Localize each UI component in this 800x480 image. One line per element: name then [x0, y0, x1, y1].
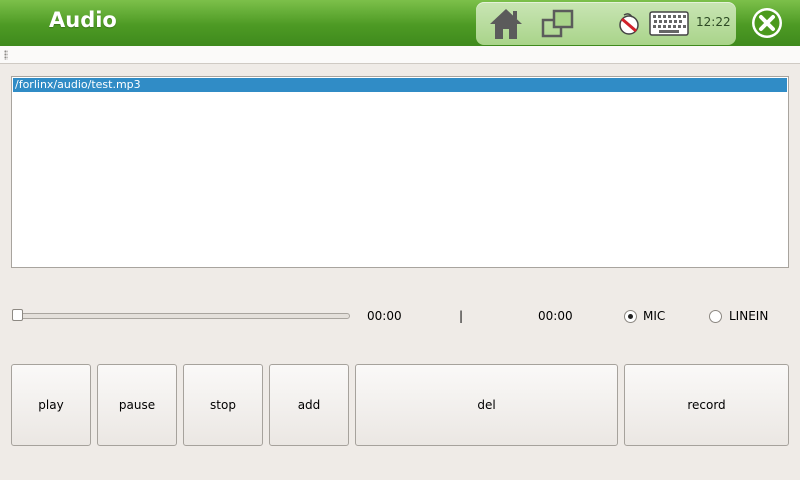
menu-strip: [0, 46, 800, 64]
system-tray: 12:22: [476, 2, 736, 45]
total-time: 00:00: [538, 309, 573, 323]
toolbar-grip-icon[interactable]: [4, 50, 8, 60]
seek-slider[interactable]: [14, 313, 350, 319]
mic-radio[interactable]: [624, 310, 637, 323]
playlist-item[interactable]: /forlinx/audio/test.mp3: [13, 78, 787, 92]
app-title: Audio: [49, 8, 117, 32]
input-method-icon[interactable]: [617, 12, 641, 36]
clock: 12:22: [696, 15, 731, 29]
linein-label[interactable]: LINEIN: [729, 309, 768, 323]
close-button[interactable]: [750, 6, 784, 40]
playlist[interactable]: /forlinx/audio/test.mp3: [11, 76, 789, 268]
keyboard-icon[interactable]: [649, 11, 689, 36]
close-icon: [752, 8, 782, 38]
seek-slider-handle[interactable]: [12, 309, 23, 321]
linein-radio[interactable]: [709, 310, 722, 323]
home-icon[interactable]: [488, 7, 524, 41]
windows-icon[interactable]: [541, 8, 575, 40]
mic-label[interactable]: MIC: [643, 309, 665, 323]
add-button[interactable]: add: [269, 364, 349, 446]
record-button[interactable]: record: [624, 364, 789, 446]
del-button[interactable]: del: [355, 364, 618, 446]
elapsed-time: 00:00: [367, 309, 402, 323]
stop-button[interactable]: stop: [183, 364, 263, 446]
play-button[interactable]: play: [11, 364, 91, 446]
title-bar: Audio 12:22: [0, 0, 800, 46]
radio-selected-dot: [628, 314, 633, 319]
time-separator: |: [459, 309, 464, 323]
pause-button[interactable]: pause: [97, 364, 177, 446]
